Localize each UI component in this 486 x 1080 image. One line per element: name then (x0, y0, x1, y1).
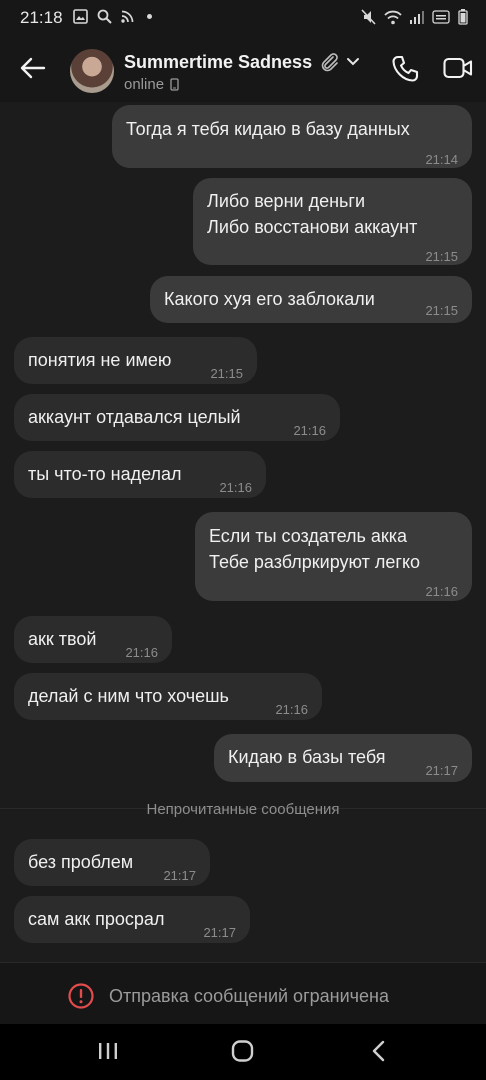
message-time: 21:16 (125, 645, 158, 660)
contact-status-row: online (124, 76, 179, 93)
video-call-icon[interactable] (443, 56, 473, 80)
message-outgoing[interactable]: Если ты создатель акка Тебе разблркируют… (195, 512, 472, 601)
contact-name: Summertime Sadness (124, 51, 313, 72)
back-arrow-icon[interactable] (20, 56, 46, 80)
message-time: 21:16 (293, 423, 326, 438)
recent-apps-icon[interactable] (96, 1040, 120, 1062)
message-incoming[interactable]: сам акк просрал 21:17 (14, 896, 250, 943)
back-nav-icon[interactable] (369, 1040, 389, 1062)
message-time: 21:16 (275, 702, 308, 717)
rss-icon (121, 10, 134, 23)
message-time: 21:15 (210, 366, 243, 381)
warning-icon (68, 983, 94, 1009)
message-incoming[interactable]: ты что-то наделал 21:16 (14, 451, 266, 498)
message-outgoing[interactable]: Тогда я тебя кидаю в базу данных 21:14 (112, 105, 472, 168)
chevron-down-icon[interactable] (346, 57, 360, 67)
contact-avatar[interactable] (70, 49, 114, 93)
mute-icon (361, 9, 376, 25)
message-incoming[interactable]: без проблем 21:17 (14, 839, 210, 886)
wifi-icon (384, 10, 402, 24)
restriction-text: Отправка сообщений ограничена (109, 985, 389, 1006)
unread-divider-label: Непрочитанные сообщения (146, 801, 340, 818)
message-time: 21:16 (425, 584, 458, 599)
signal-icon (410, 11, 424, 24)
message-time: 21:17 (163, 868, 196, 883)
message-time: 21:17 (425, 763, 458, 778)
message-outgoing[interactable]: Кидаю в базы тебя 21:17 (214, 734, 472, 782)
mobile-device-icon (170, 78, 179, 91)
contact-name-row[interactable]: Summertime Sadness (124, 51, 360, 73)
gallery-icon (73, 9, 88, 24)
status-time: 21:18 (20, 8, 63, 27)
message-incoming[interactable]: аккаунт отдавался целый 21:16 (14, 394, 340, 441)
search-icon (97, 9, 112, 24)
message-outgoing[interactable]: Какого хуя его заблокали 21:15 (150, 276, 472, 323)
message-time: 21:16 (219, 480, 252, 495)
restriction-bar: Отправка сообщений ограничена (0, 962, 486, 1024)
notification-dot (147, 14, 152, 19)
system-nav-bar (0, 1024, 486, 1080)
phone-call-icon[interactable] (390, 54, 420, 84)
message-incoming[interactable]: понятия не имею 21:15 (14, 337, 257, 384)
message-time: 21:14 (425, 152, 458, 167)
message-time: 21:17 (203, 925, 236, 940)
chat-header: Summertime Sadness online (0, 36, 486, 102)
paperclip-icon (321, 53, 338, 72)
message-time: 21:15 (425, 303, 458, 318)
message-incoming[interactable]: делай с ним что хочешь 21:16 (14, 673, 322, 720)
home-icon[interactable] (230, 1040, 256, 1062)
message-outgoing[interactable]: Либо верни деньги Либо восстанови аккаун… (193, 178, 472, 265)
message-incoming[interactable]: акк твой 21:16 (14, 616, 172, 663)
battery-icon (458, 9, 468, 25)
contact-status: online (124, 76, 165, 93)
volte-icon (432, 10, 450, 24)
message-time: 21:15 (425, 249, 458, 264)
status-bar: 21:18 (0, 0, 486, 36)
message-list[interactable]: Тогда я тебя кидаю в базу данных 21:14 Л… (0, 102, 486, 962)
